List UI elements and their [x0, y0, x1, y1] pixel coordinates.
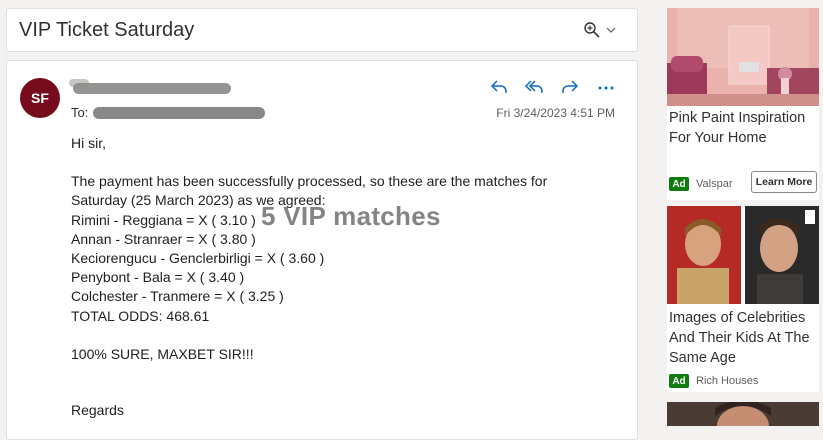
avatar[interactable]: SF [20, 78, 60, 118]
ad-column: Pink Paint Inspiration For Your Home Ad … [663, 0, 823, 426]
more-icon[interactable] [596, 78, 616, 96]
forward-icon[interactable] [560, 78, 580, 96]
body-line: The payment has been successfully proces… [71, 173, 548, 190]
message-body: Hi sir, The payment has been successfull… [71, 134, 616, 420]
message-date: Fri 3/24/2023 4:51 PM [496, 106, 615, 120]
ad-source: Valspar [696, 178, 733, 190]
sure-line: 100% SURE, MAXBET SIR!!! [71, 345, 254, 362]
reply-icon[interactable] [489, 78, 509, 96]
learn-more-button[interactable]: Learn More [751, 171, 817, 193]
match-line: Annan - Stranraer = X ( 3.80 ) [71, 230, 256, 247]
overlay-caption: 5 VIP matches [261, 201, 441, 231]
reply-all-icon[interactable] [524, 78, 544, 96]
ad-image[interactable] [667, 8, 819, 106]
ad-source: Rich Houses [696, 375, 759, 387]
ad-title[interactable]: Pink Paint Inspiration For Your Home [669, 108, 819, 148]
zoom-icon[interactable] [583, 21, 601, 39]
ad-title[interactable]: Images of Celebrities And Their Kids At … [669, 308, 819, 368]
body-greeting: Hi sir, [71, 135, 106, 151]
subject-bar: VIP Ticket Saturday [6, 8, 638, 52]
sender-redaction [73, 83, 231, 94]
match-line: Keciorengucu - Genclerbirligi = X ( 3.60… [71, 250, 325, 267]
match-line: Penybont - Bala = X ( 3.40 ) [71, 269, 245, 286]
ad-card[interactable] [667, 402, 819, 426]
ad-card[interactable]: Images of Celebrities And Their Kids At … [667, 206, 819, 392]
to-label: To: [71, 105, 89, 120]
ad-image[interactable] [667, 402, 819, 426]
total-odds: TOTAL ODDS: 468.61 [71, 307, 210, 324]
message-card: SF To: Fri 3/24/2023 4:51 PM Hi sir, The… [6, 60, 638, 440]
chevron-down-icon[interactable] [605, 25, 617, 35]
signoff: Regards [71, 402, 124, 419]
pink-room-image [667, 8, 819, 106]
ad-badge: Ad [669, 177, 689, 191]
subject-title: VIP Ticket Saturday [19, 19, 195, 41]
ad-badge: Ad [669, 374, 689, 388]
ad-image[interactable] [667, 206, 819, 304]
match-line: Colchester - Tranmere = X ( 3.25 ) [71, 288, 284, 305]
recipient-redaction [93, 107, 265, 119]
ad-card[interactable]: Pink Paint Inspiration For Your Home Ad … [667, 8, 819, 200]
celebrities-image [667, 206, 819, 304]
